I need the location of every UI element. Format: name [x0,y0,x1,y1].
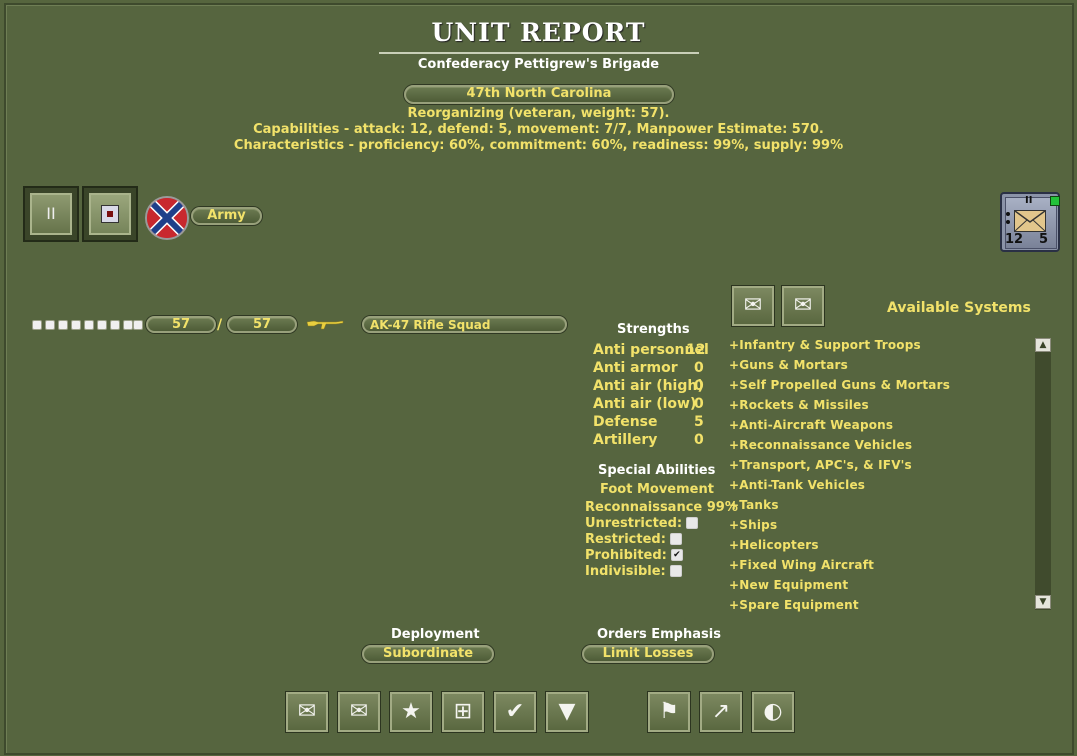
unrestricted-label: Unrestricted: [585,516,683,531]
unit-capabilities: Capabilities - attack: 12, defend: 5, mo… [253,122,824,137]
envelope-out-icon: ✉ [349,699,369,724]
indivisible-checkbox[interactable] [669,564,682,577]
recon-value: Reconnaissance 99% [585,500,738,515]
strength-value: 0 [694,360,704,376]
chart-line-icon: ↗ [711,699,731,724]
system-item[interactable]: +Reconnaissance Vehicles [729,438,912,452]
system-item[interactable]: +Anti-Aircraft Weapons [729,418,893,432]
systems-scrollbar[interactable] [1035,338,1051,610]
system-item[interactable]: +Transport, APC's, & IFV's [729,458,912,472]
strength-value: 5 [694,414,704,430]
org-chart-button[interactable]: ⊞ [442,692,484,732]
system-item[interactable]: +Guns & Mortars [729,358,848,372]
triangle-down-icon: ▼ [558,699,576,724]
send-envelope-icon: ✉ [793,293,813,318]
system-item[interactable]: +Rockets & Missiles [729,398,869,412]
system-item[interactable]: +Infantry & Support Troops [729,338,921,352]
squad-current: 57 [146,316,216,333]
prohibited-label: Prohibited: [585,548,667,563]
strength-label: Anti air (low) [593,396,697,412]
flag-icon: ⚑ [659,699,679,724]
down-button[interactable]: ▼ [546,692,588,732]
foot-movement: Foot Movement [600,482,714,497]
strength-value: 0 [694,378,704,394]
unrestricted-checkbox[interactable] [686,516,699,529]
system-item[interactable]: +Anti-Tank Vehicles [729,478,865,492]
status-led [1050,196,1060,206]
strength-label: Artillery [593,432,658,448]
unrestricted-row: Unrestricted: [585,516,699,531]
special-abilities-heading: Special Abilities [598,463,716,478]
available-systems-heading: Available Systems [887,300,1031,316]
counter-attack: 12 [1005,232,1024,247]
strength-value: 0 [694,396,704,412]
strength-label: Anti armor [593,360,678,376]
system-item[interactable]: +New Equipment [729,578,848,592]
flag-button[interactable]: ⚑ [648,692,690,732]
title-divider [379,52,699,54]
branch-army-button[interactable]: Army [191,207,262,225]
scroll-up-button[interactable]: ▲ [1035,338,1051,352]
indivisible-label: Indivisible: [585,564,666,579]
receive-orders-button[interactable]: ✉ [286,692,328,732]
system-item[interactable]: +Self Propelled Guns & Mortars [729,378,950,392]
deployment-select[interactable]: Subordinate [362,645,494,663]
prohibited-checkbox[interactable]: ✔ [670,548,683,561]
unit-symbol-button[interactable] [82,186,138,242]
star-button[interactable]: ★ [390,692,432,732]
unit-characteristics: Characteristics - proficiency: 60%, comm… [233,138,844,153]
restricted-label: Restricted: [585,532,666,547]
counter-defense: 5 [1039,232,1049,247]
orders-emphasis-select[interactable]: Limit Losses [582,645,714,663]
strengths-heading: Strengths [617,322,690,337]
hq-envelope-icon [1014,210,1046,232]
confederate-flag-icon [145,196,189,240]
indivisible-row: Indivisible: [585,564,682,579]
star-icon: ★ [401,699,421,724]
squad-separator: / [217,317,223,333]
formation-name: Confederacy Pettigrew's Brigade [417,57,660,72]
send-orders-button[interactable]: ✉ [338,692,380,732]
receive-mail-button[interactable]: ✉ [732,286,774,326]
envelope-in-icon: ✉ [297,699,317,724]
pause-icon: II [30,193,72,235]
system-item[interactable]: +Tanks [729,498,779,512]
prohibited-row: Prohibited: ✔ [585,548,683,563]
orders-emphasis-label: Orders Emphasis [597,627,721,642]
system-item[interactable]: +Ships [729,518,777,532]
deployment-label: Deployment [391,627,480,642]
contrast-button[interactable]: ◐ [752,692,794,732]
strength-value: 12 [686,342,706,358]
system-item[interactable]: +Spare Equipment [729,598,859,612]
half-circle-icon: ◐ [763,699,783,724]
strength-label: Anti air (high) [593,378,704,394]
system-item[interactable]: +Helicopters [729,538,819,552]
squad-max: 57 [227,316,297,333]
confirm-button[interactable]: ✔ [494,692,536,732]
org-chart-icon: ⊞ [453,699,473,724]
counter-size: II [1025,195,1033,206]
strength-label: Defense [593,414,658,430]
system-item[interactable]: +Fixed Wing Aircraft [729,558,874,572]
restricted-row: Restricted: [585,532,682,547]
page-title: UNIT REPORT [431,18,646,47]
unit-counter[interactable]: II 12 5 [1000,192,1060,252]
receive-envelope-icon: ✉ [743,293,763,318]
check-icon: ✔ [505,699,525,724]
strength-value: 0 [694,432,704,448]
unit-name-button[interactable]: 47th North Carolina [404,85,674,104]
unit-status: Reorganizing (veteran, weight: 57). [407,106,670,121]
rifle-icon [306,316,344,335]
pause-button[interactable]: II [23,186,79,242]
unit-symbol-icon [89,193,131,235]
scroll-down-button[interactable]: ▼ [1035,595,1051,609]
restricted-checkbox[interactable] [669,532,682,545]
send-mail-button[interactable]: ✉ [782,286,824,326]
squad-name[interactable]: AK-47 Rifle Squad [362,316,567,333]
chart-button[interactable]: ↗ [700,692,742,732]
